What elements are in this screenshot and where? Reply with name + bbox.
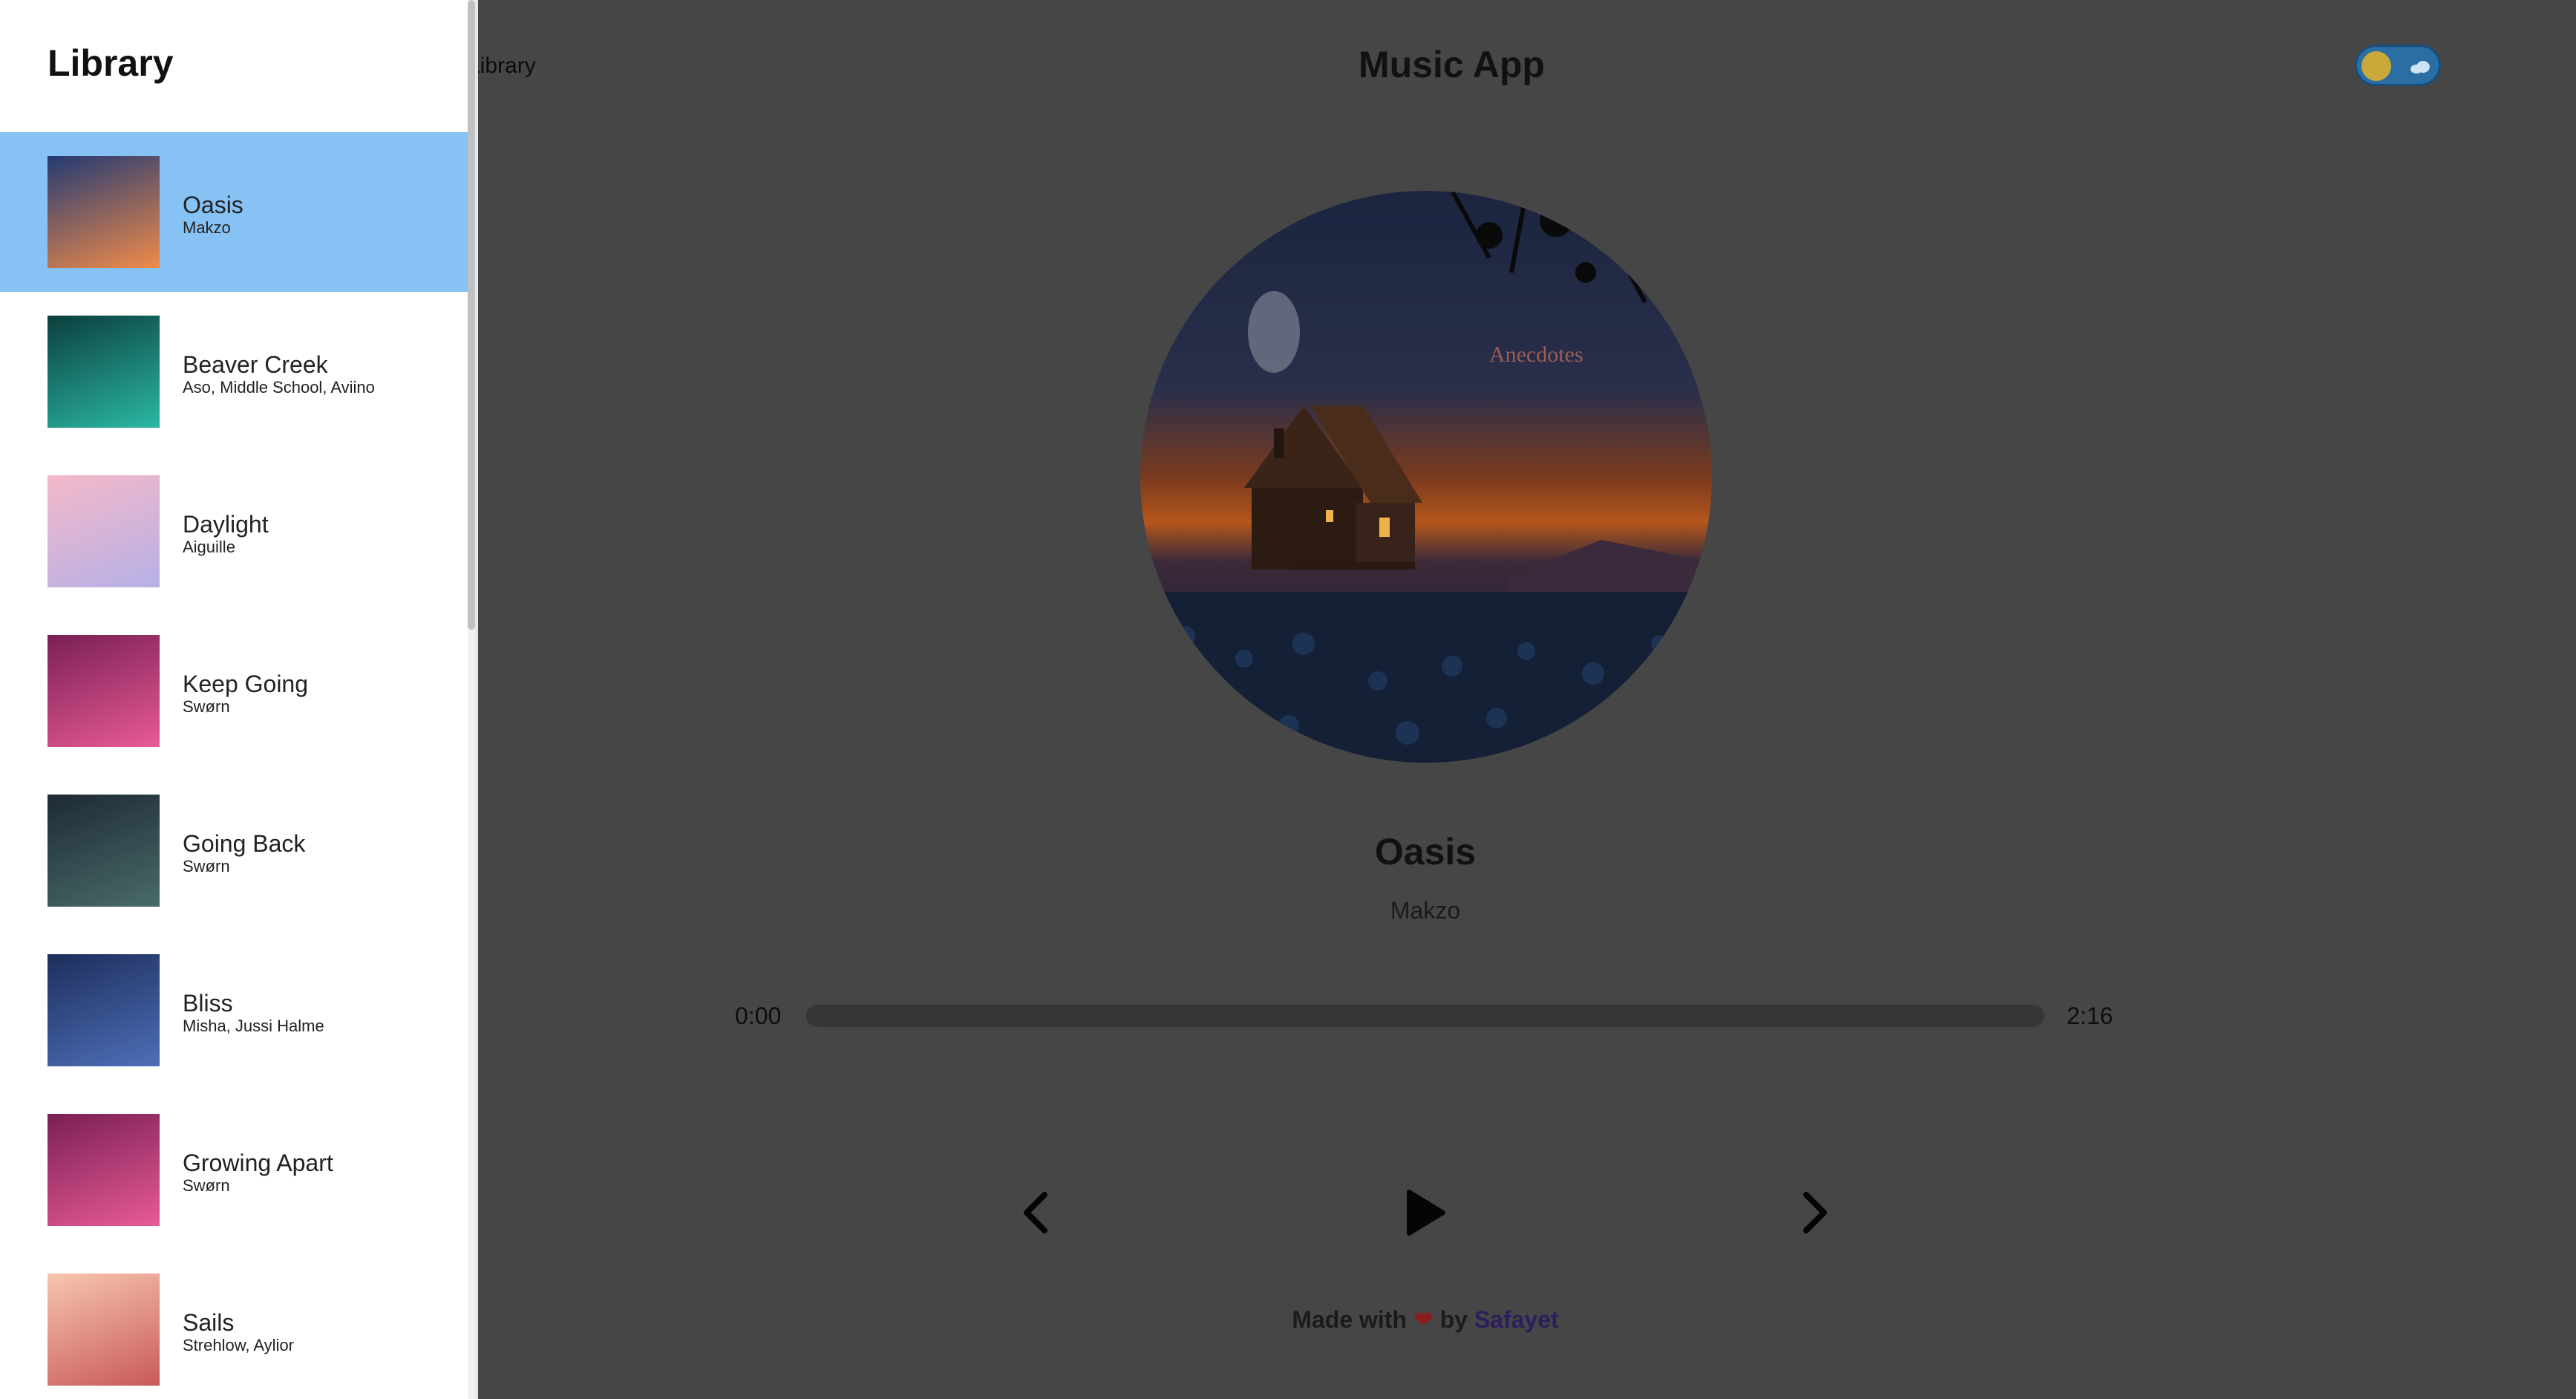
current-time: 0:00 — [735, 1002, 782, 1029]
library-song-item[interactable]: Beaver Creek Aso, Middle School, Aviino — [0, 292, 468, 451]
song-title: Sails — [183, 1309, 235, 1336]
library-scrollbar[interactable] — [468, 0, 475, 1399]
song-title: Keep Going — [183, 671, 309, 697]
song-cover-image — [48, 1274, 160, 1386]
album-art-text: Anecdotes — [1489, 342, 1583, 367]
duration: 2:16 — [2067, 1002, 2114, 1029]
song-title: Growing Apart — [183, 1149, 333, 1176]
song-info: Growing Apart Swørn — [183, 1149, 333, 1196]
progress-slider[interactable] — [806, 1005, 2044, 1027]
scrollbar-thumb[interactable] — [468, 0, 475, 630]
song-info: Going Back Swørn — [183, 830, 305, 876]
song-cover-image — [48, 954, 160, 1066]
library-song-item[interactable]: Keep Going Swørn — [0, 611, 468, 771]
app-title: Music App — [1359, 44, 1545, 85]
song-artist: Makzo — [183, 218, 231, 237]
library-heading: Library — [48, 42, 174, 84]
song-info: Daylight Aiguille — [183, 511, 269, 557]
footer-made-with: Made with — [1292, 1306, 1407, 1333]
next-button[interactable] — [1789, 1187, 1841, 1239]
song-title: Beaver Creek — [183, 351, 328, 378]
sidebar-divider — [475, 0, 478, 1399]
song-info: Oasis Makzo — [183, 192, 243, 238]
cloud-icon — [2410, 61, 2430, 74]
play-icon — [1407, 1190, 1445, 1236]
song-artist: Swørn — [183, 697, 230, 716]
song-artist: Aso, Middle School, Aviino — [183, 378, 375, 397]
heart-icon: ❤ — [1413, 1306, 1434, 1333]
song-info: Bliss Misha, Jussi Halme — [183, 990, 324, 1036]
song-artist: Swørn — [183, 1176, 230, 1195]
song-artist: Swørn — [183, 857, 230, 875]
song-title: Oasis — [183, 192, 243, 218]
song-cover-image — [48, 475, 160, 587]
library-song-item[interactable]: Daylight Aiguille — [0, 451, 468, 611]
previous-button[interactable] — [1010, 1187, 1062, 1239]
play-button[interactable] — [1399, 1187, 1451, 1239]
song-title: Going Back — [183, 830, 306, 857]
song-info: Sails Strehlow, Aylior — [183, 1309, 294, 1355]
song-artist: Misha, Jussi Halme — [183, 1017, 324, 1035]
song-cover-image — [48, 635, 160, 747]
library-song-item[interactable]: Going Back Swørn — [0, 771, 468, 930]
sun-icon — [2361, 51, 2391, 81]
chevron-right-icon — [1803, 1192, 1827, 1233]
library-song-item[interactable]: Oasis Makzo — [0, 132, 468, 292]
song-list: Oasis Makzo Beaver Creek Aso, Middle School… — [0, 132, 468, 1399]
song-info: Beaver Creek Aso, Middle School, Aviino — [183, 351, 375, 397]
album-art: Anecdotes — [1140, 191, 1712, 763]
song-cover-image — [48, 795, 160, 907]
theme-toggle[interactable] — [2355, 45, 2441, 86]
library-sidebar: Library Oasis Makzo Beaver Creek Aso, Middl… — [0, 0, 475, 1399]
song-cover-image — [48, 156, 160, 268]
song-artist: Strehlow, Aylior — [183, 1336, 295, 1354]
song-artist: Aiguille — [183, 538, 235, 556]
footer-by: by — [1439, 1306, 1468, 1333]
song-title: Bliss — [183, 990, 233, 1017]
song-title: Daylight — [183, 511, 269, 538]
library-song-item[interactable]: Sails Strehlow, Aylior — [0, 1250, 468, 1399]
library-song-item[interactable]: Bliss Misha, Jussi Halme — [0, 930, 468, 1090]
library-song-item[interactable]: Growing Apart Swørn — [0, 1090, 468, 1250]
chevron-left-icon — [1024, 1192, 1047, 1233]
song-cover-image — [48, 316, 160, 428]
song-cover-image — [48, 1114, 160, 1226]
song-info: Keep Going Swørn — [183, 671, 308, 717]
author-link[interactable]: Safayet — [1474, 1306, 1559, 1333]
